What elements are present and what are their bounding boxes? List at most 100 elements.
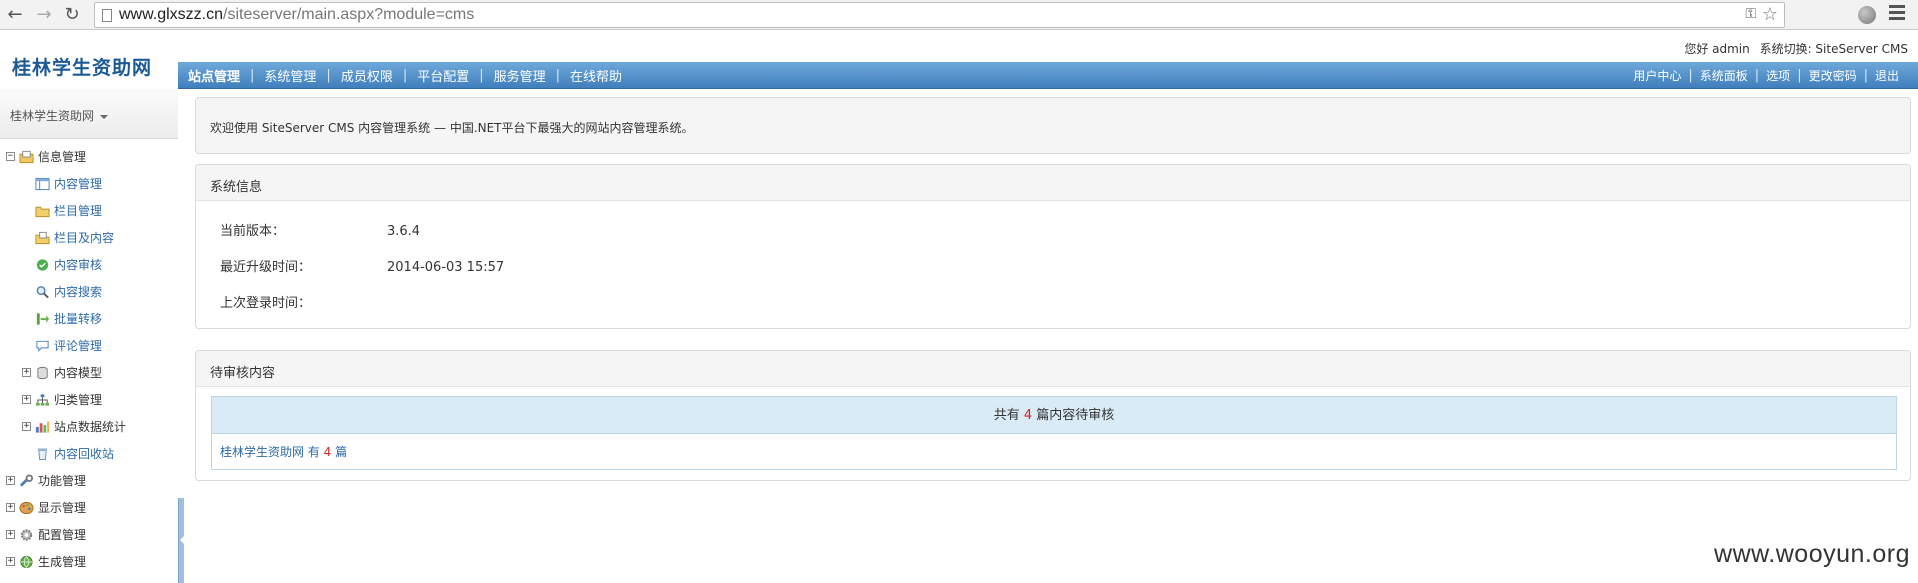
sidebar-item-comment-manage[interactable]: 评论管理 [0,332,178,359]
nav-site-manage[interactable]: 站点管理 [178,66,250,85]
site-pending-count: 4 [323,445,332,459]
arrow-left-icon[interactable]: ← [4,4,26,26]
user-info: 您好 admin 系统切换: SiteServer CMS [1678,40,1908,57]
welcome-panel: 欢迎使用 SiteServer CMS 内容管理系统 — 中国.NET平台下最强… [195,97,1911,154]
info-row-last-login: 上次登录时间： [220,292,387,311]
panel-title: 系统信息 [210,180,263,195]
nav-user-center[interactable]: 用户中心 [1626,67,1688,84]
system-switch-link[interactable]: 系统切换: SiteServer CMS [1760,42,1908,56]
sidebar-item-content-model[interactable]: + 内容模型 [0,359,178,386]
expand-icon[interactable]: + [6,557,15,566]
extension-icon[interactable] [1858,6,1876,24]
folder-pages-icon [19,150,34,163]
sidebar-item-batch-transfer[interactable]: 批量转移 [0,305,178,332]
sidebar-item-display-manage[interactable]: + 显示管理 [0,494,178,521]
sidebar-item-content-manage[interactable]: 内容管理 [0,170,178,197]
info-value: 2014-06-03 15:57 [387,260,505,275]
folder-icon [35,206,50,217]
nav-logout[interactable]: 退出 [1868,67,1906,84]
nav-service-manage[interactable]: 服务管理 [484,66,556,85]
system-info-panel: 系统信息 当前版本： 3.6.4 最近升级时间： 2014-06-03 15:57 … [195,164,1911,329]
star-icon[interactable]: ☆ [1762,4,1778,25]
site-logo: 桂林学生资助网 [12,58,153,79]
nav-online-help[interactable]: 在线帮助 [560,66,632,85]
collapse-icon[interactable]: − [6,152,15,161]
info-row-version: 当前版本： 3.6.4 [220,220,420,239]
key-icon[interactable]: ⚿ [1745,6,1756,22]
sidebar-item-label: 内容管理 [54,177,103,191]
sidebar-item-column-manage[interactable]: 栏目管理 [0,197,178,224]
nav-platform-config[interactable]: 平台配置 [407,66,479,85]
sidebar-tree: − 信息管理 内容管理 栏目管理 栏目及内容 内容审核 内容搜索 批量转移 评论… [0,143,178,575]
site-selector[interactable]: 桂林学生资助网 [0,89,178,139]
panel-header [196,351,1910,387]
summary-suffix: 篇内容待审核 [1036,408,1115,423]
panel-title: 待审核内容 [210,366,276,381]
nav-change-password[interactable]: 更改密码 [1802,67,1864,84]
sidebar-item-label: 归类管理 [54,393,103,407]
info-value: 3.6.4 [387,224,421,239]
reload-icon[interactable]: ↻ [61,4,83,26]
site-link-suffix: 篇 [335,445,348,459]
sidebar-item-site-stats[interactable]: + 站点数据统计 [0,413,178,440]
sidebar-item-label: 批量转移 [54,312,103,326]
sidebar-item-label: 功能管理 [38,474,87,488]
sidebar-item-label: 显示管理 [38,501,87,515]
top-navigation: 站点管理 | 系统管理 | 成员权限 | 平台配置 | 服务管理 | 在线帮助 用户中心 |… [178,62,1918,89]
gear-icon [20,528,33,541]
palette-icon [19,501,34,514]
expand-icon[interactable]: + [22,368,31,377]
expand-icon[interactable]: + [22,395,31,404]
sidebar-item-content-search[interactable]: 内容搜索 [0,278,178,305]
chevron-down-icon [100,114,109,119]
magnifier-icon [36,285,49,298]
expand-icon[interactable]: + [22,422,31,431]
check-circle-icon [36,258,49,271]
sidebar-item-category-manage[interactable]: + 归类管理 [0,386,178,413]
database-icon [37,366,48,379]
url-path: /siteserver/main.aspx?module=cms [223,6,475,23]
sidebar-collapse-handle[interactable] [178,498,184,583]
sidebar-item-content-audit[interactable]: 内容审核 [0,251,178,278]
sitemap-icon [35,393,50,406]
sidebar-item-generate-manage[interactable]: + 生成管理 [0,548,178,575]
panel-header [196,165,1910,201]
expand-icon[interactable]: + [6,530,15,539]
sidebar-item-column-content[interactable]: 栏目及内容 [0,224,178,251]
sidebar-item-label: 栏目及内容 [54,231,115,245]
folder-content-icon [35,231,50,244]
expand-icon[interactable]: + [6,476,15,485]
globe-icon [20,555,33,568]
nav-system-panel[interactable]: 系统面板 [1693,67,1755,84]
url-text[interactable]: www.glxszz.cn/siteserver/main.aspx?modul… [119,6,474,24]
watermark: www.wooyun.org [1714,540,1910,568]
wrench-icon [19,473,34,487]
sidebar-item-config-manage[interactable]: + 配置管理 [0,521,178,548]
info-key: 上次登录时间： [220,296,312,311]
sidebar-item-function-manage[interactable]: + 功能管理 [0,467,178,494]
site-selector-label[interactable]: 桂林学生资助网 [10,107,109,124]
sidebar-item-recycle-bin[interactable]: 内容回收站 [0,440,178,467]
nav-member-permission[interactable]: 成员权限 [331,66,403,85]
sidebar-item-label: 信息管理 [38,150,87,164]
nav-options[interactable]: 选项 [1759,67,1797,84]
info-row-upgrade-time: 最近升级时间： 2014-06-03 15:57 [220,256,504,275]
info-key: 当前版本： [220,224,286,239]
sidebar-item-label: 内容审核 [54,258,103,272]
sidebar-item-label: 生成管理 [38,555,87,569]
sidebar-item-label: 内容模型 [54,366,103,380]
nav-system-manage[interactable]: 系统管理 [254,66,326,85]
menu-icon[interactable] [1889,5,1905,23]
content-table-icon [35,177,50,190]
pending-site-link[interactable]: 桂林学生资助网 有 4 篇 [220,443,347,460]
browser-toolbar: ← → ↻ www.glxszz.cn/siteserver/main.aspx… [0,0,1918,30]
transfer-icon [36,312,50,325]
arrow-right-icon[interactable]: → [33,4,55,26]
sidebar-item-info-manage[interactable]: − 信息管理 [0,143,178,170]
pending-table: 共有 4 篇内容待审核 桂林学生资助网 有 4 篇 [211,396,1897,470]
sidebar-item-label: 评论管理 [54,339,103,353]
address-bar[interactable]: www.glxszz.cn/siteserver/main.aspx?modul… [94,2,1785,28]
expand-icon[interactable]: + [6,503,15,512]
page-icon [102,9,112,22]
pending-count: 4 [1023,408,1033,423]
